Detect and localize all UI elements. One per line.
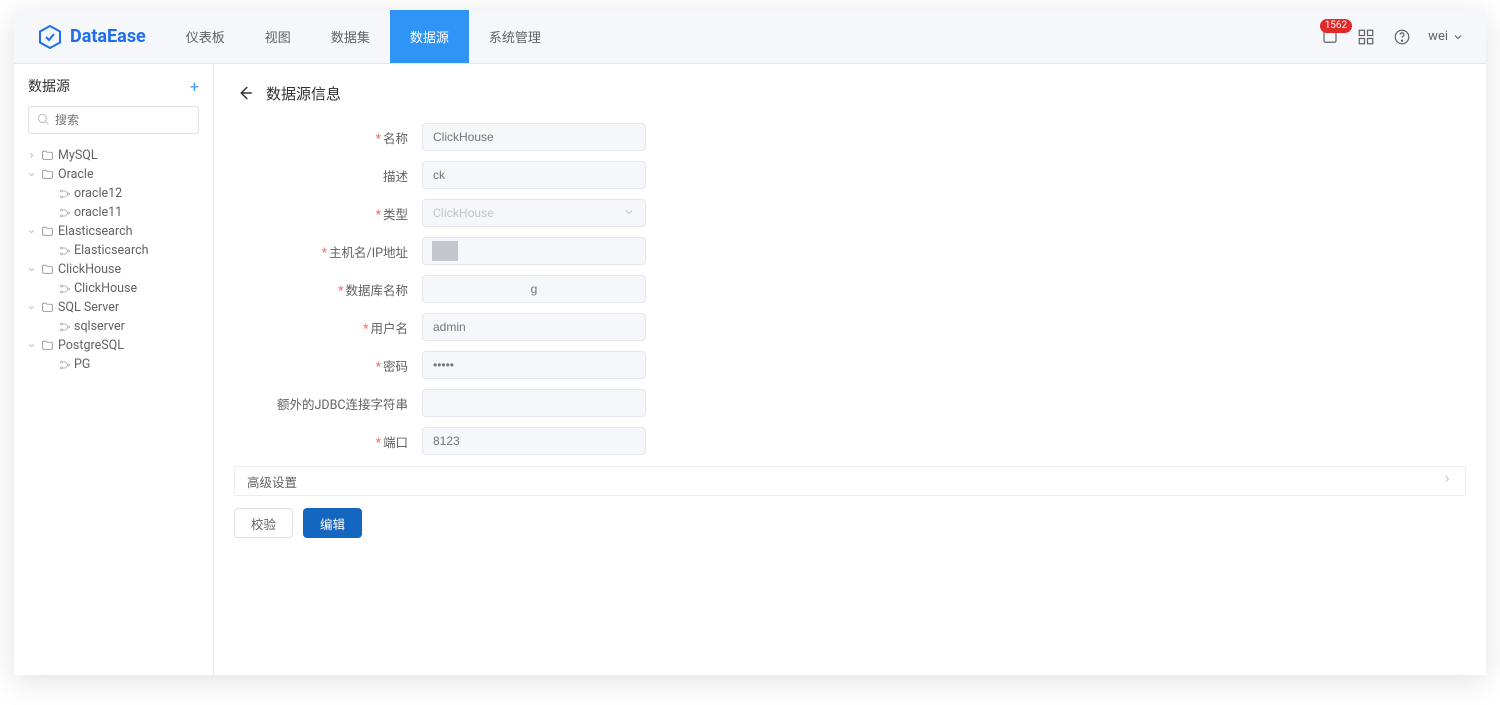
user-name: wei — [1428, 29, 1448, 44]
folder-icon — [38, 263, 56, 276]
add-datasource-button[interactable]: + — [190, 77, 199, 96]
folder-icon — [38, 339, 56, 352]
nav-item-4[interactable]: 系统管理 — [469, 10, 561, 63]
edit-button[interactable]: 编辑 — [303, 508, 362, 538]
tree-item[interactable]: oracle12 — [38, 184, 207, 203]
tree-folder-label: Elasticsearch — [56, 222, 133, 241]
tree-item-label: oracle11 — [74, 203, 122, 222]
top-nav: 仪表板视图数据集数据源系统管理 — [166, 10, 561, 63]
type-value: ClickHouse — [433, 206, 494, 220]
folder-icon — [38, 301, 56, 314]
datasource-form: 名称 描述 类型 ClickHouse — [234, 118, 796, 460]
label-jdbc: 额外的JDBC连接字符串 — [234, 394, 422, 413]
chevron-down-icon — [1452, 31, 1464, 43]
datasource-icon — [56, 359, 74, 371]
header-right: 1562 wei — [1320, 27, 1486, 47]
notification-badge: 1562 — [1320, 19, 1352, 33]
nav-item-3[interactable]: 数据源 — [390, 10, 469, 63]
caret-icon — [24, 227, 38, 236]
tree-folder-label: ClickHouse — [56, 260, 121, 279]
datasource-tree: MySQLOracleoracle12oracle11Elasticsearch… — [14, 142, 213, 374]
sidebar: 数据源 + MySQLOracleoracle12oracle11Elastic… — [14, 64, 214, 675]
caret-icon — [24, 265, 38, 274]
host-field[interactable] — [422, 237, 646, 265]
nav-item-2[interactable]: 数据集 — [311, 10, 390, 63]
tree-folder[interactable]: ClickHouse — [20, 260, 207, 279]
datasource-icon — [56, 321, 74, 333]
tree-item[interactable]: PG — [38, 355, 207, 374]
tree-item[interactable]: sqlserver — [38, 317, 207, 336]
caret-icon — [24, 341, 38, 350]
tree-item[interactable]: ClickHouse — [38, 279, 207, 298]
tree-item-label: ClickHouse — [74, 279, 137, 298]
username-field[interactable] — [422, 313, 646, 341]
tree-item-label: Elasticsearch — [74, 241, 149, 260]
notification-icon[interactable]: 1562 — [1320, 27, 1340, 47]
folder-icon — [38, 168, 56, 181]
datasource-icon — [56, 188, 74, 200]
apps-icon[interactable] — [1356, 27, 1376, 47]
type-select[interactable]: ClickHouse — [422, 199, 646, 227]
tree-item-label: sqlserver — [74, 317, 125, 336]
tree-folder-label: SQL Server — [56, 298, 119, 317]
help-icon[interactable] — [1392, 27, 1412, 47]
folder-icon — [38, 225, 56, 238]
verify-button[interactable]: 校验 — [234, 508, 293, 538]
jdbc-field[interactable] — [422, 389, 646, 417]
chevron-right-icon — [1441, 473, 1453, 489]
folder-icon — [38, 149, 56, 162]
search-input[interactable] — [28, 106, 199, 134]
tree-item[interactable]: oracle11 — [38, 203, 207, 222]
brand-name: DataEase — [70, 26, 146, 47]
desc-field[interactable] — [422, 161, 646, 189]
caret-icon — [24, 303, 38, 312]
host-value-redacted — [432, 241, 458, 261]
tree-folder[interactable]: SQL Server — [20, 298, 207, 317]
top-header: DataEase 仪表板视图数据集数据源系统管理 1562 wei — [14, 10, 1486, 64]
label-port: 端口 — [234, 432, 422, 451]
sidebar-header: 数据源 + — [14, 64, 213, 106]
tree-item-label: oracle12 — [74, 184, 122, 203]
sidebar-title: 数据源 — [28, 76, 70, 96]
datasource-icon — [56, 283, 74, 295]
brand-logo[interactable]: DataEase — [14, 25, 166, 49]
back-arrow-icon[interactable] — [234, 82, 256, 104]
label-host: 主机名/IP地址 — [234, 242, 422, 261]
caret-icon — [24, 170, 38, 179]
name-field[interactable] — [422, 123, 646, 151]
datasource-icon — [56, 207, 74, 219]
password-field[interactable] — [422, 351, 646, 379]
nav-item-0[interactable]: 仪表板 — [166, 10, 245, 63]
tree-folder[interactable]: MySQL — [20, 146, 207, 165]
tree-item-label: PG — [74, 355, 90, 374]
label-type: 类型 — [234, 204, 422, 223]
label-desc: 描述 — [234, 166, 422, 185]
page-title: 数据源信息 — [266, 83, 341, 104]
db-field[interactable] — [422, 275, 646, 303]
datasource-icon — [56, 245, 74, 257]
user-menu[interactable]: wei — [1428, 29, 1464, 44]
label-pass: 密码 — [234, 356, 422, 375]
main-content: 数据源信息 名称 描述 类型 ClickHouse — [214, 64, 1486, 675]
tree-item[interactable]: Elasticsearch — [38, 241, 207, 260]
chevron-down-icon — [623, 206, 635, 221]
tree-folder[interactable]: Elasticsearch — [20, 222, 207, 241]
tree-folder[interactable]: Oracle — [20, 165, 207, 184]
tree-folder-label: Oracle — [56, 165, 94, 184]
tree-folder[interactable]: PostgreSQL — [20, 336, 207, 355]
nav-item-1[interactable]: 视图 — [245, 10, 311, 63]
caret-icon — [24, 151, 38, 160]
label-name: 名称 — [234, 128, 422, 147]
advanced-label: 高级设置 — [247, 472, 297, 491]
tree-folder-label: PostgreSQL — [56, 336, 124, 355]
label-db: 数据库名称 — [234, 280, 422, 299]
search-icon — [36, 111, 50, 130]
label-user: 用户名 — [234, 318, 422, 337]
port-field[interactable] — [422, 427, 646, 455]
tree-folder-label: MySQL — [56, 146, 98, 165]
advanced-settings-toggle[interactable]: 高级设置 — [234, 466, 1466, 496]
logo-icon — [38, 25, 62, 49]
